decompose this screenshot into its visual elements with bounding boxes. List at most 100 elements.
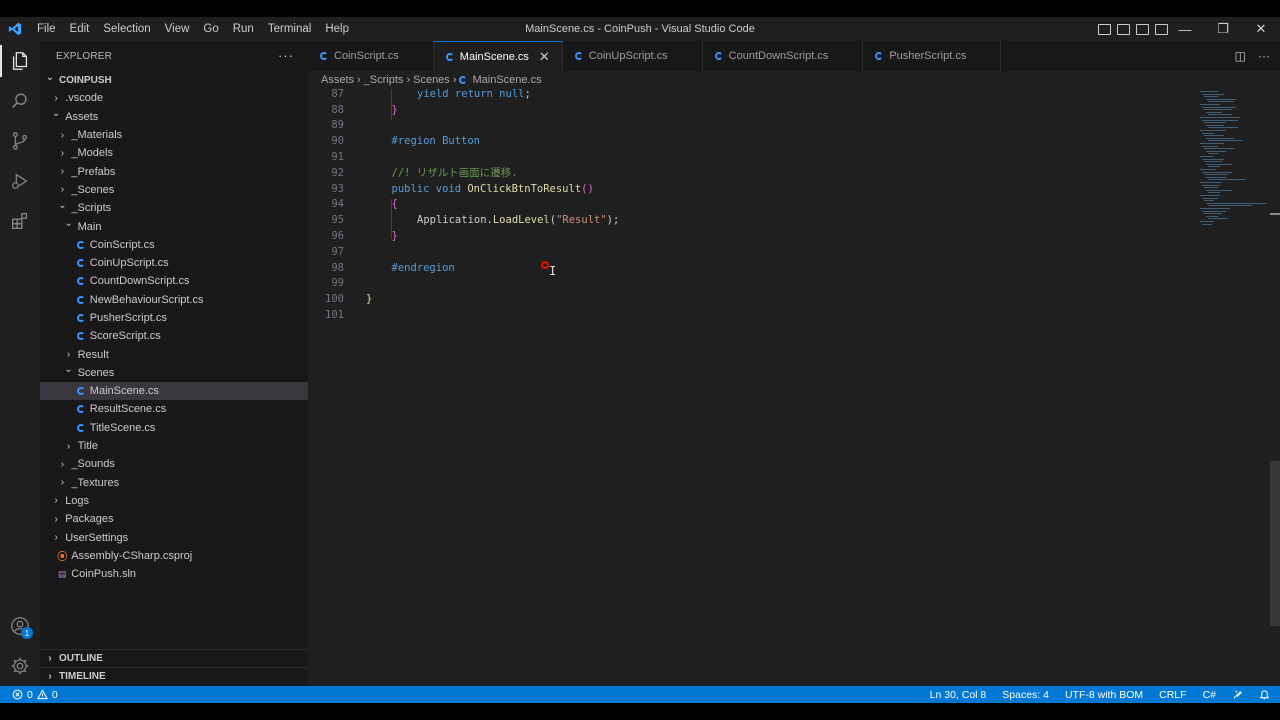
code-token: ; [524,87,531,100]
menu-edit[interactable]: Edit [63,17,97,41]
folder-item[interactable]: › _Materials [40,126,308,144]
file-encoding[interactable]: UTF-8 with BOM [1065,689,1143,701]
code-text: yield return null; [417,88,531,100]
folder-item[interactable]: › _Scenes [40,181,308,199]
account-icon[interactable]: 1 [0,606,40,646]
file-item[interactable]: NewBehaviourScript.cs [40,291,308,309]
outline-section[interactable]: › OUTLINE [40,649,308,667]
tree-item-label: .vscode [65,92,104,105]
folder-item[interactable]: › _Prefabs [40,162,308,180]
csharp-file-icon [75,277,87,286]
outline-label: OUTLINE [59,653,103,664]
scrollbar-position-marker [1270,213,1280,215]
language-mode[interactable]: C# [1203,689,1216,701]
toggle-panel-icon[interactable] [1117,23,1130,35]
folder-item[interactable]: ⌄ Main [40,217,308,235]
activity-bar-bottom: 1 [0,606,40,686]
minimap-line [1200,208,1230,209]
folder-item[interactable]: › _Textures [40,474,308,492]
explorer-icon[interactable] [0,41,40,81]
close-window-button[interactable]: ✕ [1242,17,1280,41]
folder-item[interactable]: › Result [40,345,308,363]
search-icon[interactable] [0,81,40,121]
line-number: 87 [331,87,344,100]
minimap-line [1200,117,1240,118]
extensions-icon[interactable] [0,201,40,241]
file-item[interactable]: CountDownScript.cs [40,272,308,290]
breadcrumb-item[interactable]: MainScene.cs [472,74,541,86]
tree-item-label: _Sounds [71,458,115,471]
minimap-line [1206,111,1222,113]
timeline-section[interactable]: › TIMELINE [40,667,308,685]
more-actions-icon[interactable]: ··· [278,48,294,63]
folder-item[interactable]: › UserSettings [40,528,308,546]
file-item[interactable]: ⦿ Assembly-CSharp.csproj [40,547,308,565]
manage-gear-icon[interactable] [0,646,40,686]
more-editor-actions-icon[interactable]: ··· [1258,49,1270,63]
breadcrumb-item[interactable]: Assets [321,74,354,86]
line-number: 99 [331,277,344,290]
code-text: #region Button [392,135,481,147]
csharp-file-icon [75,423,87,432]
tab-countdownscript[interactable]: CountDownScript.cs [702,41,864,71]
file-item[interactable]: ResultScene.cs [40,400,308,418]
minimap[interactable] [1192,89,1272,229]
breadcrumb-item[interactable]: Scenes [413,74,450,86]
cursor-position[interactable]: Ln 30, Col 8 [930,689,987,701]
tab-mainscene[interactable]: MainScene.cs ✕ [433,41,563,71]
file-item[interactable]: PusherScript.cs [40,309,308,327]
minimap-line [1206,202,1266,204]
minimap-line [1200,195,1220,196]
menu-file[interactable]: File [30,17,63,41]
end-of-line[interactable]: CRLF [1159,689,1186,701]
notifications-bell-icon[interactable] [1259,689,1270,700]
folder-item[interactable]: ⌄ COINPUSH [40,71,308,89]
file-item[interactable]: ▤ CoinPush.sln [40,565,308,583]
breadcrumb-item[interactable]: _Scripts [364,74,404,86]
chevron-right-icon: › [60,147,65,159]
file-item[interactable]: MainScene.cs [40,382,308,401]
file-item[interactable]: CoinScript.cs [40,236,308,254]
vertical-scrollbar[interactable] [1270,461,1280,626]
tab-coinscript[interactable]: CoinScript.cs [308,41,434,71]
menu-view[interactable]: View [158,17,197,41]
folder-item[interactable]: › .vscode [40,89,308,107]
chevron-right-icon: › [48,671,52,682]
folder-item[interactable]: ⌄ _Scripts [40,199,308,217]
close-tab-icon[interactable]: ✕ [539,49,550,65]
toggle-secondary-sidebar-icon[interactable] [1136,23,1149,35]
tree-item-label: Assembly-CSharp.csproj [71,549,193,562]
folder-item[interactable]: ⌄ Scenes [40,364,308,382]
tab-coinupscript[interactable]: CoinUpScript.cs [562,41,703,71]
minimize-button[interactable]: — [1166,17,1204,41]
source-control-icon[interactable] [0,121,40,161]
tab-pusherscript[interactable]: PusherScript.cs [863,41,1002,71]
restore-button[interactable]: ❐ [1204,17,1242,41]
folder-item[interactable]: › _Sounds [40,455,308,473]
folder-item[interactable]: › _Models [40,144,308,162]
toggle-primary-sidebar-icon[interactable] [1098,23,1111,35]
menu-run[interactable]: Run [226,17,261,41]
folder-item[interactable]: › Packages [40,510,308,528]
minimap-line [1200,130,1226,131]
menu-help[interactable]: Help [318,17,356,41]
mouse-highlight-marker [541,261,549,269]
menu-go[interactable]: Go [196,17,225,41]
file-item[interactable]: CoinUpScript.cs [40,254,308,272]
file-item[interactable]: TitleScene.cs [40,419,308,437]
menu-selection[interactable]: Selection [96,17,157,41]
feedback-icon[interactable] [1232,689,1243,700]
problems-status[interactable]: 0 0 [0,689,58,701]
folder-item[interactable]: › Title [40,437,308,455]
folder-item[interactable]: ⌄ Assets [40,108,308,126]
run-debug-icon[interactable] [0,161,40,201]
minimap-line [1202,210,1226,212]
folder-item[interactable]: › Logs [40,492,308,510]
code-editor[interactable]: 87 yield return null; 88} 89 90 #region Butto… [308,87,1280,686]
file-item[interactable]: ScoreScript.cs [40,327,308,345]
split-editor-icon[interactable]: ◫ [1235,49,1246,63]
minimap-line [1200,182,1222,183]
menu-terminal[interactable]: Terminal [261,17,318,41]
line-number: 89 [331,119,344,132]
indentation[interactable]: Spaces: 4 [1002,689,1049,701]
